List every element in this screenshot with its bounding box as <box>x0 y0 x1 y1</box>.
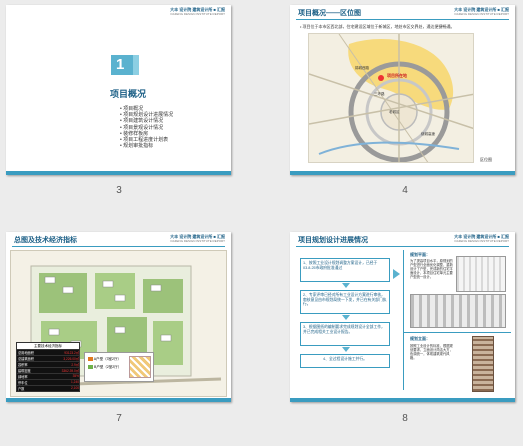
arrow-down-icon <box>342 347 350 352</box>
panel-top-title: 规划平面： <box>410 252 430 257</box>
elevation-image <box>410 294 506 328</box>
map-label: 老城区 <box>389 110 400 114</box>
page-number-4: 4 <box>402 185 408 196</box>
tech-econ-table: 主要技术经济指标 总用地面积 93123.2㎡ 总建筑面积 3,226.00㎡ 容积… <box>16 342 80 392</box>
location-map: 项目所在地 锦城西路 老城区 三环路 绕城高速 <box>308 33 474 163</box>
arrow-down-icon <box>342 283 350 288</box>
arrow-down-icon <box>342 315 350 320</box>
slide-brand: 大丰 设计院 建筑设计所 ■ 汇报 DAFENG DESIGN INSTITUT… <box>170 7 225 17</box>
slide-title: 项目概况——区位图 <box>298 10 361 17</box>
table-title: 主要技术经济指标 <box>17 343 79 350</box>
page-number-3: 3 <box>116 185 122 196</box>
panel-bottom-text: 按照工业设计的标准，根据规划要求，立面设计简洁大方，色调统一，体现建筑现代风格。 <box>410 344 453 360</box>
slide-header: 总图及技术经济指标 大丰 设计院 建筑设计所 ■ 汇报 DAFENG DESIG… <box>6 232 231 247</box>
slide-header: 项目概况——区位图 大丰 设计院 建筑设计所 ■ 汇报 DAFENG DESIG… <box>290 5 515 20</box>
tower-render-image <box>472 336 494 392</box>
section-number-accent <box>133 55 139 75</box>
slide-footer-bar <box>6 171 231 175</box>
slide-footer-bar <box>6 398 231 402</box>
section-items-list: • 项目概况 • 项目规划设计进展情况 • 项目建筑设计情况 • 项目景观设计情… <box>120 106 173 149</box>
section-number: 1 <box>116 56 125 73</box>
list-item: • 规划审批指标 <box>120 143 154 150</box>
slide-brand: 大丰 设计院 建筑设计所 ■ 汇报 DAFENG DESIGN INSTITUT… <box>454 7 509 17</box>
section-title: 项目概况 <box>110 89 147 99</box>
slide-bullet: • 项目位于本市区西北部，住宅建设区域位于新城区，地处市区交界处，通达便捷畅通。 <box>300 24 455 29</box>
title-divider <box>12 246 225 247</box>
slide-thumbnail-7[interactable]: 总图及技术经济指标 大丰 设计院 建筑设计所 ■ 汇报 DAFENG DESIG… <box>6 232 231 402</box>
slide-header: 项目规划设计进展情况 大丰 设计院 建筑设计所 ■ 汇报 DAFENG DESI… <box>290 232 515 247</box>
map-label-site: 项目所在地 <box>387 73 407 78</box>
map-label: 锦城西路 <box>355 66 369 70</box>
map-label: 三环路 <box>374 92 385 96</box>
unit-type-legend: A户型（3室2厅） B户型（2室2厅） <box>84 352 154 382</box>
panel-hdivider <box>403 332 511 333</box>
page-number-7: 7 <box>116 413 122 424</box>
step-box-3: 3、根据图纸的编制要求完成规划设计全部工作，并已完成相关工业设计报告。 <box>300 322 390 346</box>
legend-item: B户型（2室2厅） <box>88 365 121 370</box>
step-box-1: 1、按照工业设计规划调整方案设计，已经于03.8.25市政府批准通过 <box>300 258 390 282</box>
unit-plan-sketch <box>129 356 151 378</box>
slide-title: 项目规划设计进展情况 <box>298 237 368 244</box>
slide-thumbnail-3[interactable]: 大丰 设计院 建筑设计所 ■ 汇报 DAFENG DESIGN INSTITUT… <box>6 5 231 175</box>
section-number-box: 1 <box>111 55 133 75</box>
panel-divider <box>403 250 404 390</box>
slide-footer-bar <box>290 171 515 175</box>
title-divider <box>296 19 509 20</box>
slide-brand: 大丰 设计院 建筑设计所 ■ 汇报 DAFENG DESIGN INSTITUT… <box>170 234 225 244</box>
slide-brand: 大丰 设计院 建筑设计所 ■ 汇报 DAFENG DESIGN INSTITUT… <box>454 234 509 244</box>
table-row: 户数 2,100 <box>17 386 79 391</box>
map-graphic <box>309 34 473 162</box>
page-number-8: 8 <box>402 413 408 424</box>
step-box-4: 4、全过程设计施工并行。 <box>300 354 390 368</box>
slide-thumbnail-8[interactable]: 项目规划设计进展情况 大丰 设计院 建筑设计所 ■ 汇报 DAFENG DESI… <box>290 232 515 402</box>
map-label: 绕城高速 <box>421 132 435 136</box>
floorplan-image <box>456 256 506 292</box>
step-box-2: 2、专家评审已经对所有工业设计方案进行审核，审核意见由市规划局统一下发，并已在有… <box>300 290 390 314</box>
slide-sorter-view: 大丰 设计院 建筑设计所 ■ 汇报 DAFENG DESIGN INSTITUT… <box>0 0 523 446</box>
slide-thumbnail-4[interactable]: 项目概况——区位图 大丰 设计院 建筑设计所 ■ 汇报 DAFENG DESIG… <box>290 5 515 175</box>
arrow-right-icon <box>393 269 400 279</box>
map-caption: 区位图 <box>480 157 492 162</box>
slide-title: 总图及技术经济指标 <box>14 237 77 244</box>
panel-top-text: 为了提高项目水平，原规划的户型进行全面优化调整，重新设计了户型，完成新的住宅平面… <box>410 259 453 279</box>
slide-footer-bar <box>290 398 515 402</box>
legend-item: A户型（3室2厅） <box>88 357 121 362</box>
panel-bottom-title: 规划立面： <box>410 336 430 341</box>
title-divider <box>296 246 509 247</box>
